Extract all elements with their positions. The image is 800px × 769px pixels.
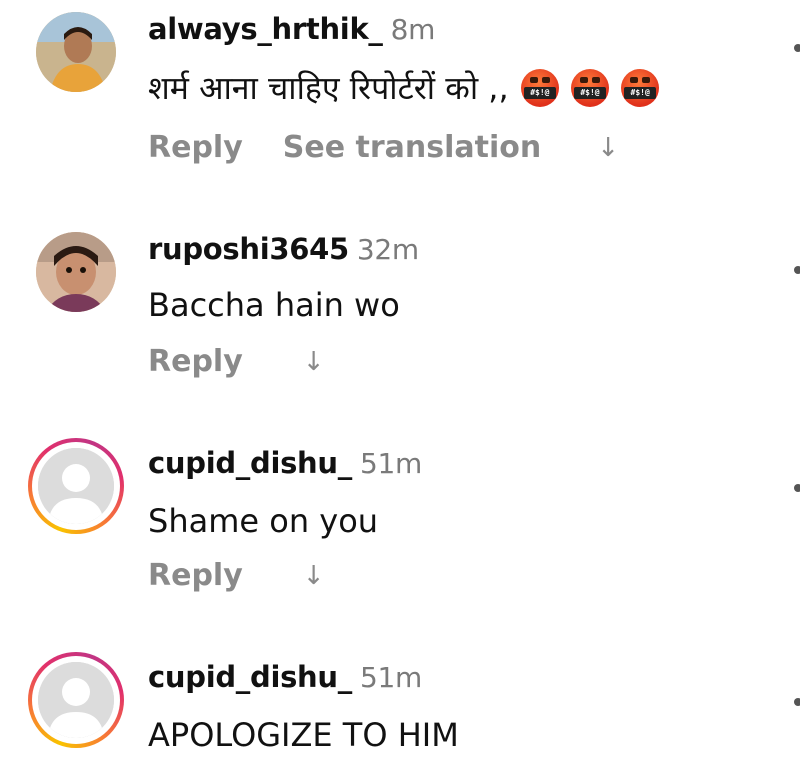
more-options-icon[interactable] <box>794 266 800 274</box>
comment-actions: Reply See translation ↓ <box>148 130 619 165</box>
username-text[interactable]: always_hrthik_ <box>148 12 383 46</box>
avatar-photo-icon <box>36 12 116 92</box>
see-translation-button[interactable]: See translation <box>283 130 541 165</box>
down-arrow-icon[interactable]: ↓ <box>303 561 325 591</box>
angry-face-emoji-icon: #$!@ <box>621 69 660 107</box>
angry-face-emoji-icon: #$!@ <box>520 69 559 107</box>
comment-text-body: शर्म आना चाहिए रिपोर्टरों को ,, <box>148 69 509 107</box>
comment-text: Shame on you <box>148 502 379 540</box>
comment-time: 51m <box>359 447 422 480</box>
avatar[interactable] <box>28 652 124 748</box>
angry-face-emoji-icon: #$!@ <box>571 69 609 107</box>
username[interactable]: always_hrthik_ 8m <box>148 12 435 46</box>
default-avatar-icon <box>38 662 114 738</box>
more-options-icon[interactable] <box>794 484 800 492</box>
down-arrow-icon[interactable]: ↓ <box>597 133 619 163</box>
comment-text: APOLOGIZE TO HIM <box>148 716 459 754</box>
down-arrow-icon[interactable]: ↓ <box>303 347 325 377</box>
comment-text: शर्म आना चाहिए रिपोर्टरों को ,, #$!@ #$!… <box>148 66 660 109</box>
comment-time: 8m <box>390 13 436 46</box>
username-text[interactable]: ruposhi3645 <box>148 232 349 266</box>
avatar-photo-icon <box>36 232 116 312</box>
comment-text: Baccha hain wo <box>148 286 400 324</box>
comment-actions: Reply ↓ <box>148 344 325 379</box>
comment-actions: Reply ↓ <box>148 558 325 593</box>
reply-button[interactable]: Reply <box>148 344 243 379</box>
username[interactable]: cupid_dishu_ 51m <box>148 446 422 480</box>
avatar[interactable] <box>36 12 116 92</box>
more-options-icon[interactable] <box>794 698 800 706</box>
username-text[interactable]: cupid_dishu_ <box>148 446 352 480</box>
avatar[interactable] <box>36 232 116 312</box>
reply-button[interactable]: Reply <box>148 558 243 593</box>
comment-time: 51m <box>359 661 422 694</box>
more-options-icon[interactable] <box>794 44 800 52</box>
default-avatar-icon <box>38 448 114 524</box>
avatar[interactable] <box>28 438 124 534</box>
username[interactable]: ruposhi3645 32m <box>148 232 419 266</box>
username[interactable]: cupid_dishu_ 51m <box>148 660 422 694</box>
username-text[interactable]: cupid_dishu_ <box>148 660 352 694</box>
reply-button[interactable]: Reply <box>148 130 243 165</box>
comment-time: 32m <box>356 233 419 266</box>
